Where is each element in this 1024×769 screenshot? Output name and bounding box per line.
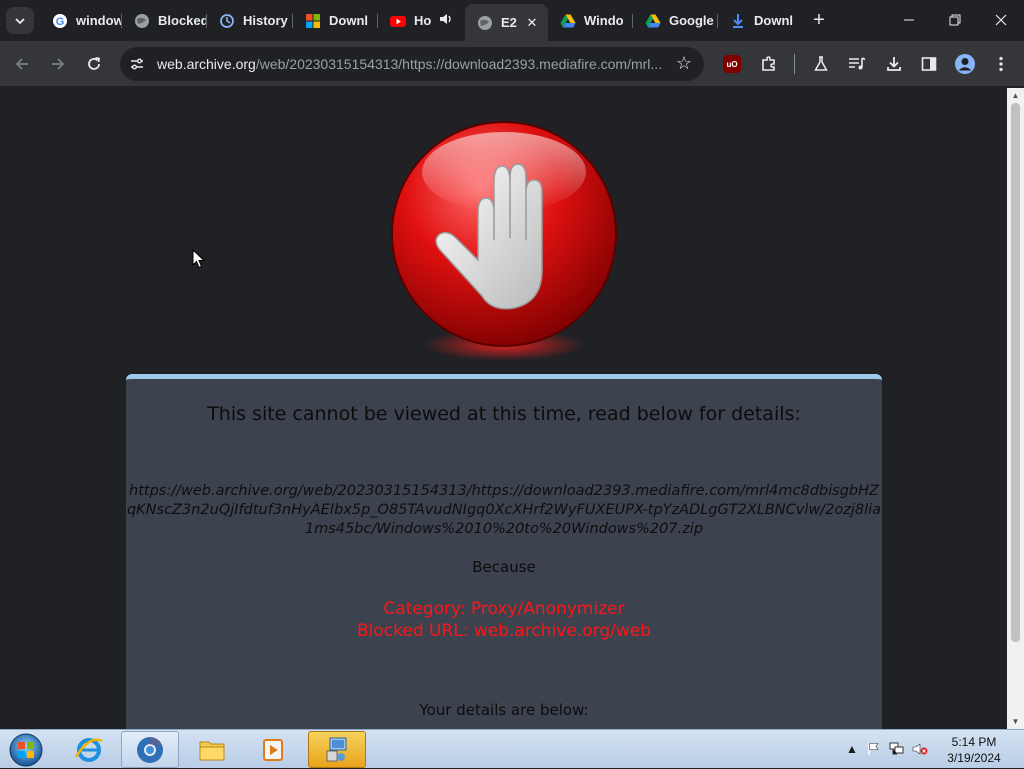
address-bar[interactable]: web.archive.org/web/20230315154313/https… xyxy=(120,47,704,81)
google-icon: G xyxy=(52,13,68,29)
minimize-icon xyxy=(904,19,914,21)
tab-active[interactable]: E2 ✕ xyxy=(465,4,548,41)
clock-time: 5:14 PM xyxy=(951,735,997,749)
tab-6[interactable]: Windo xyxy=(548,6,633,35)
control-panel-taskbar-button[interactable] xyxy=(308,731,366,768)
block-notice-card: This site cannot be viewed at this time,… xyxy=(126,374,882,729)
side-panel-icon xyxy=(921,57,937,71)
chrome-icon xyxy=(137,736,163,763)
download-icon xyxy=(887,57,901,71)
tab-title: E2 xyxy=(501,15,517,30)
close-tab-icon[interactable]: ✕ xyxy=(524,15,540,31)
close-window-button[interactable] xyxy=(978,0,1024,40)
google-drive-icon xyxy=(645,13,661,29)
file-explorer-taskbar-button[interactable] xyxy=(183,731,241,768)
globe-icon xyxy=(134,13,150,29)
show-hidden-icons-icon[interactable]: ▲ xyxy=(844,741,860,757)
scroll-up-icon[interactable]: ▲ xyxy=(1007,88,1024,103)
tab-1[interactable]: Blocked xyxy=(122,6,207,35)
speaker-icon[interactable] xyxy=(439,12,453,29)
bookmark-star-icon[interactable]: ☆ xyxy=(676,53,692,74)
side-panel-button[interactable] xyxy=(914,49,944,79)
google-drive-icon xyxy=(560,13,576,29)
start-button[interactable] xyxy=(6,731,46,769)
because-label: Because xyxy=(472,558,536,576)
reload-button[interactable] xyxy=(79,49,109,79)
new-tab-button[interactable]: + xyxy=(808,9,830,31)
action-center-flag-icon[interactable] xyxy=(866,741,882,757)
restore-button[interactable] xyxy=(932,0,978,40)
site-info-icon[interactable] xyxy=(128,55,146,73)
back-button[interactable] xyxy=(7,49,37,79)
blocked-url-rule: Blocked URL: web.archive.org/web xyxy=(356,621,651,641)
reload-icon xyxy=(88,57,101,70)
svg-text:G: G xyxy=(56,16,65,28)
menu-button[interactable] xyxy=(986,49,1016,79)
scrollbar-thumb[interactable] xyxy=(1011,103,1020,642)
forward-button[interactable] xyxy=(43,49,73,79)
tab-4[interactable]: Ho xyxy=(378,6,465,35)
minimize-button[interactable] xyxy=(886,0,932,40)
flask-icon xyxy=(814,56,828,71)
youtube-icon xyxy=(390,13,406,29)
extensions-button[interactable] xyxy=(754,49,784,79)
tab-title: Google xyxy=(669,13,714,28)
tab-3[interactable]: Downl xyxy=(293,6,378,35)
close-icon xyxy=(995,14,1007,26)
chrome-taskbar-button[interactable] xyxy=(121,731,179,768)
microsoft-icon xyxy=(305,13,321,29)
more-vertical-icon xyxy=(999,56,1003,72)
vertical-scrollbar[interactable]: ▲ ▼ xyxy=(1007,88,1024,729)
tab-0[interactable]: G window xyxy=(40,6,122,35)
history-icon xyxy=(219,13,235,29)
browser-toolbar: web.archive.org/web/20230315154313/https… xyxy=(0,41,1024,87)
labs-button[interactable] xyxy=(806,49,836,79)
mouse-cursor-icon xyxy=(192,249,206,269)
tab-title: Downl xyxy=(754,13,793,28)
folder-icon xyxy=(199,741,225,760)
tab-7[interactable]: Google xyxy=(633,6,718,35)
volume-muted-icon[interactable] xyxy=(912,741,928,757)
downloads-button[interactable] xyxy=(879,49,909,79)
tab-search-button[interactable] xyxy=(6,7,34,34)
puzzle-icon xyxy=(762,56,775,71)
tab-8[interactable]: Downl xyxy=(718,6,801,35)
arrow-right-icon xyxy=(52,58,65,70)
media-controls-button[interactable] xyxy=(842,49,872,79)
url-text[interactable]: web.archive.org/web/20230315154313/https… xyxy=(157,56,667,72)
tab-title: Windo xyxy=(584,13,624,28)
tab-title: History xyxy=(243,13,288,28)
internet-explorer-icon xyxy=(74,737,103,762)
clock-date: 3/19/2024 xyxy=(947,751,1001,765)
stop-hand-icon xyxy=(391,121,617,361)
ublock-origin-icon[interactable]: uO xyxy=(723,55,741,73)
category-text: Category: Proxy/Anonymizer xyxy=(383,599,625,619)
arrow-left-icon xyxy=(15,58,28,70)
media-player-icon xyxy=(263,738,283,761)
restore-icon xyxy=(949,14,961,26)
tab-title: Downl xyxy=(329,13,368,28)
tab-title: Blocked xyxy=(158,13,207,28)
details-heading: Your details are below: xyxy=(419,701,589,719)
tab-title: Ho xyxy=(414,13,432,28)
media-queue-icon xyxy=(849,57,866,70)
media-player-taskbar-button[interactable] xyxy=(244,731,302,768)
globe-icon xyxy=(477,15,493,31)
download-icon xyxy=(730,13,746,29)
avatar-icon xyxy=(955,54,975,74)
profile-button[interactable] xyxy=(950,49,980,79)
control-panel-icon xyxy=(326,737,347,761)
scroll-down-icon[interactable]: ▼ xyxy=(1007,714,1024,729)
internet-explorer-taskbar-button[interactable] xyxy=(60,731,118,768)
taskbar-clock[interactable]: 5:14 PM 3/19/2024 xyxy=(930,734,1018,766)
chevron-down-icon xyxy=(15,17,25,24)
tab-2[interactable]: History xyxy=(207,6,293,35)
blocked-url-text: https://web.archive.org/web/202303151543… xyxy=(126,483,882,537)
page-title: This site cannot be viewed at this time,… xyxy=(207,403,801,425)
tab-strip: G window Blocked History Downl Ho E2 ✕ W… xyxy=(0,0,1024,41)
tab-title: window xyxy=(76,13,122,28)
windows-taskbar: ▲ 5:14 PM 3/19/2024 xyxy=(0,729,1024,768)
network-icon[interactable] xyxy=(889,741,905,757)
page-viewport: This site cannot be viewed at this time,… xyxy=(0,88,1007,729)
